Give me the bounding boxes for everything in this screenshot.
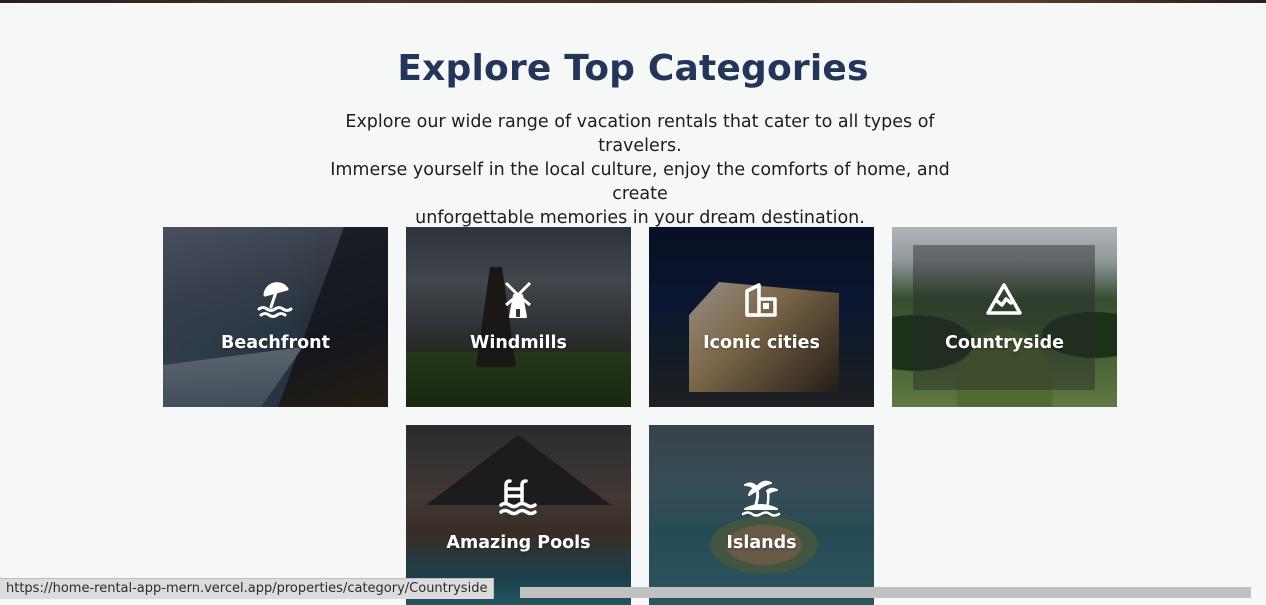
city-building-icon [745,283,777,317]
category-label: Amazing Pools [446,533,591,553]
category-card-countryside[interactable]: Countryside [892,227,1117,407]
category-card-islands[interactable]: Islands [649,425,874,605]
category-card-iconic-cities[interactable]: Iconic cities [649,227,874,407]
section-title: Explore Top Categories [397,48,869,89]
category-card-beachfront[interactable]: Beachfront [163,227,388,407]
palm-island-icon [741,480,781,517]
section-description: Explore our wide range of vacation renta… [323,110,957,230]
browser-status-url: https://home-rental-app-mern.vercel.app/… [0,578,495,599]
category-label: Iconic cities [703,333,820,353]
beach-umbrella-icon [257,282,293,318]
pool-ladder-icon [499,479,537,516]
description-line: unforgettable memories in your dream des… [415,208,865,228]
hero-image-edge [0,0,1266,3]
description-line: Immerse yourself in the local culture, e… [330,160,950,204]
horizontal-scrollbar[interactable] [520,587,1251,598]
description-line: Explore our wide range of vacation renta… [345,112,935,156]
category-label: Countryside [945,333,1064,353]
category-label: Windmills [470,333,567,353]
mountain-icon [986,283,1022,315]
windmill-icon [504,281,532,318]
category-label: Islands [726,533,797,553]
category-label: Beachfront [221,333,330,353]
category-card-windmills[interactable]: Windmills [406,227,631,407]
